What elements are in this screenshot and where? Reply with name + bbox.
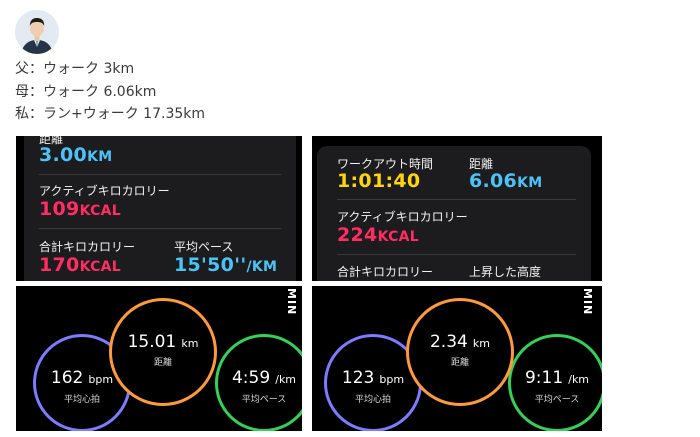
heart-rate-value: 123 bpm [341,368,405,388]
divider [39,174,281,175]
active-calories-label: アクティブキロカロリー [337,210,468,224]
heart-rate-label: 平均心拍 [354,395,391,405]
pace-label: 平均ペース [534,395,580,405]
distance-label: 距離 [153,358,172,368]
author-avatar[interactable] [15,10,59,54]
total-calories-label: 合計キロカロリー [39,240,136,254]
workout-rings-image-1[interactable]: MIN 162 bpm 平均心拍 15.01 km 距離 4:59 /km 平均… [16,286,302,431]
pace-value: 9:11 /km [524,368,590,388]
distance-value: 2.34 km [429,332,491,352]
distance-value: 15.01 km [127,332,199,352]
min-tag: MIN [581,288,594,316]
post-line-father: 父：ウォーク 3km [15,61,135,77]
post-line-mother: 母：ウォーク 6.06km [15,84,157,100]
distance-ring [406,298,514,406]
pace-value: 4:59 /km [231,368,297,388]
total-calories-label: 合計キロカロリー [337,265,434,279]
distance-label: 距離 [450,358,469,368]
active-calories-value: 224KCAL [337,224,420,246]
divider [337,254,576,255]
workout-summary-image-2[interactable]: ワークアウト時間 1:01:40 距離 6.06KM アクティブキロカロリー 2… [312,136,602,281]
average-pace-label: 平均ペース [174,240,234,254]
workout-summary-image-1[interactable]: 距離 3.00KM アクティブキロカロリー 109KCAL 合計キロカロリー 1… [16,136,302,281]
divider [39,228,281,229]
person-photo-icon [15,10,59,54]
total-calories-value: 170KCAL [39,254,122,276]
distance-ring [109,298,217,406]
elevation-gain-label: 上昇した高度 [469,265,542,279]
heart-rate-label: 平均心拍 [63,395,100,405]
distance-value: 3.00KM [39,144,113,166]
pace-label: 平均ペース [241,395,287,405]
divider [337,199,576,200]
active-calories-value: 109KCAL [39,198,122,220]
distance-value: 6.06KM [469,170,543,192]
metrics-card: 距離 3.00KM アクティブキロカロリー 109KCAL 合計キロカロリー 1… [24,136,296,281]
active-calories-label: アクティブキロカロリー [39,184,170,198]
heart-rate-value: 162 bpm [50,368,114,388]
min-tag: MIN [285,288,298,316]
workout-rings-image-2[interactable]: MIN 123 bpm 平均心拍 2.34 km 距離 9:11 /km 平均ペ… [312,286,602,431]
metrics-card: ワークアウト時間 1:01:40 距離 6.06KM アクティブキロカロリー 2… [317,146,591,281]
workout-time-value: 1:01:40 [337,170,421,192]
post-line-self: 私：ラン+ウォーク 17.35km [15,106,206,122]
average-pace-value: 15'50''/KM [174,254,278,276]
